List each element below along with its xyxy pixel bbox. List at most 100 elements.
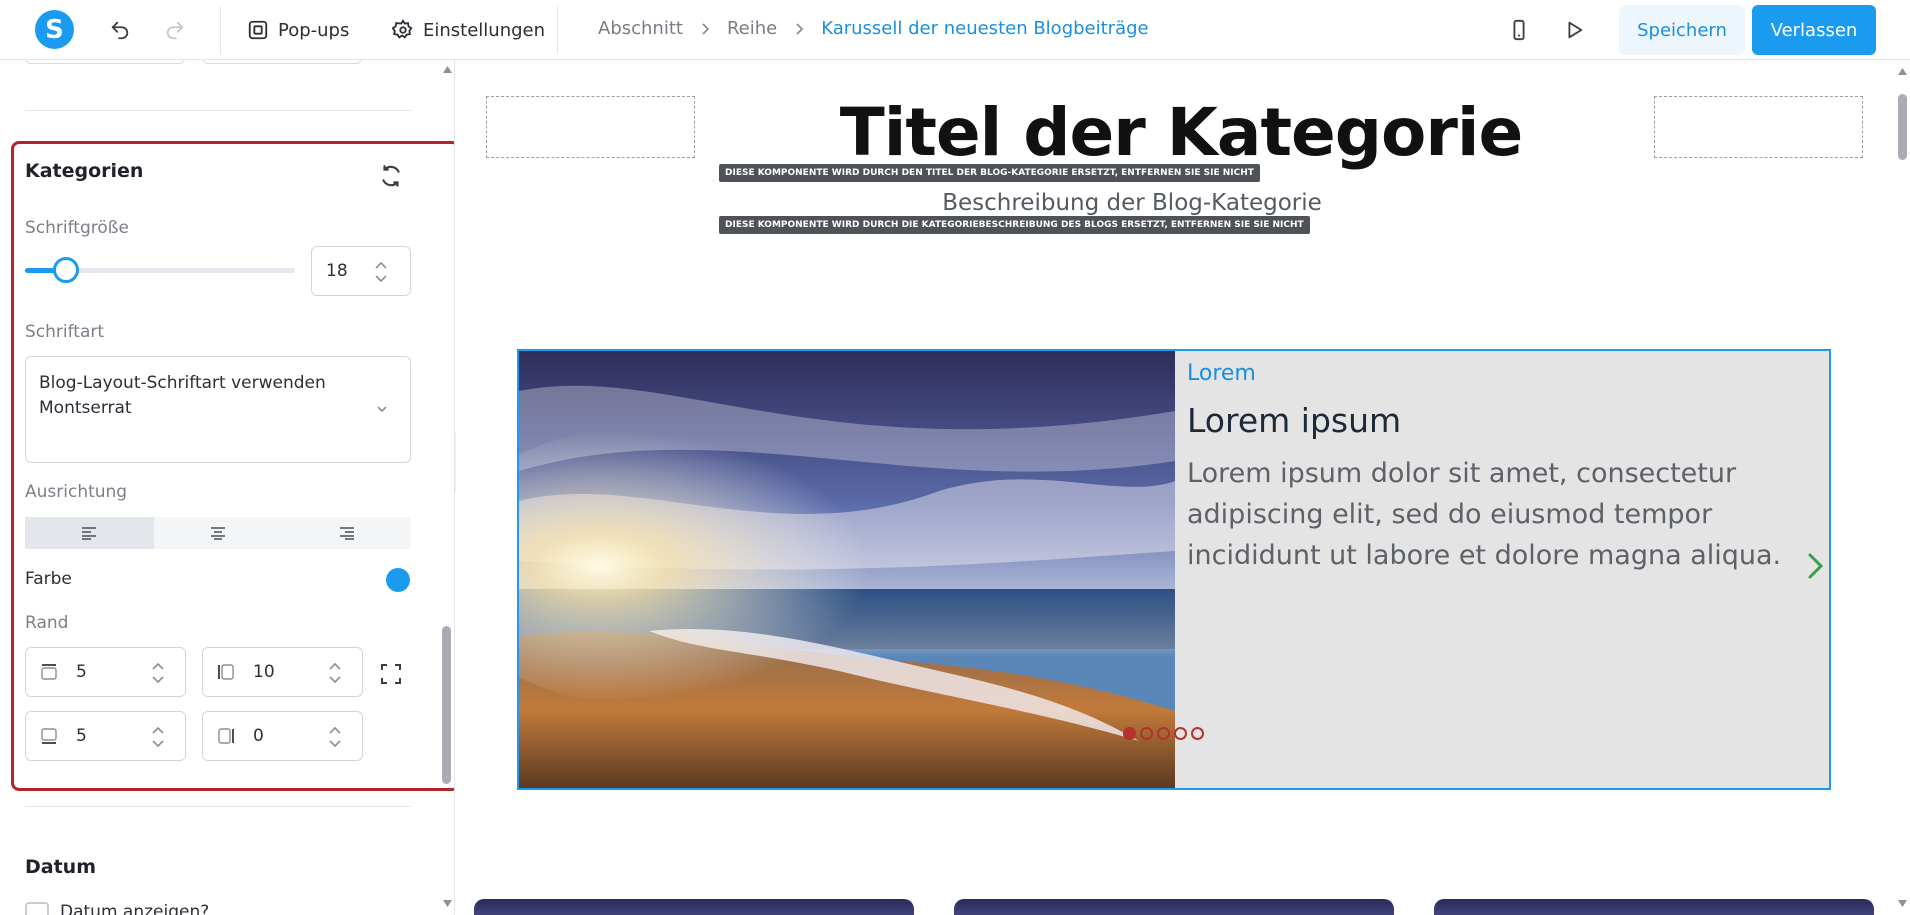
panel-scrollbar[interactable]	[440, 60, 454, 915]
post-image	[519, 351, 1175, 788]
empty-placeholder-box[interactable]	[1654, 96, 1863, 158]
carousel-dot[interactable]	[1123, 727, 1136, 740]
description-notice-badge: DIESE KOMPONENTE WIRD DURCH DIE KATEGORI…	[719, 216, 1310, 234]
top-toolbar: S Pop-ups Einstellungen Abschnitt Reihe …	[0, 0, 1910, 60]
font-label: Schriftart	[25, 322, 105, 342]
redo-icon[interactable]	[160, 15, 190, 45]
toolbar-divider	[557, 6, 558, 54]
breadcrumb: Abschnitt Reihe Karussell der neuesten B…	[598, 18, 1149, 39]
border-bottom-input[interactable]: 5	[25, 711, 186, 761]
previous-field-fragment	[202, 60, 362, 64]
scroll-up-icon[interactable]	[1898, 68, 1907, 75]
border-right-input[interactable]: 0	[202, 711, 363, 761]
chevron-right-icon	[702, 22, 710, 35]
category-description[interactable]: Beschreibung der Blog-Kategorie	[882, 190, 1382, 216]
carousel-dot[interactable]	[1157, 727, 1170, 740]
previous-field-fragment	[25, 60, 185, 64]
carousel-dot[interactable]	[1140, 727, 1153, 740]
scroll-down-icon[interactable]	[1898, 900, 1907, 907]
expand-icon[interactable]	[380, 663, 402, 685]
border-bottom-icon	[41, 728, 57, 744]
title-notice-badge: DIESE KOMPONENTE WIRD DURCH DEN TITEL DE…	[719, 164, 1260, 182]
post-thumbnail-card[interactable]	[1434, 899, 1874, 915]
font-size-value: 18	[326, 261, 348, 281]
align-right-icon	[339, 527, 354, 540]
empty-placeholder-box[interactable]	[486, 96, 695, 158]
settings-panel: Kategorien Schriftgröße 18 Schriftart Bl…	[0, 60, 455, 915]
alignment-toggle-group	[25, 517, 411, 549]
section-title-date: Datum	[25, 856, 96, 878]
font-size-label: Schriftgröße	[25, 218, 129, 238]
border-top-value: 5	[76, 662, 87, 682]
gear-icon	[392, 19, 413, 39]
carousel-pagination	[1123, 727, 1204, 740]
undo-icon[interactable]	[105, 15, 135, 45]
show-date-label: Datum anzeigen?	[60, 902, 210, 915]
stepper-icon[interactable]	[328, 724, 342, 750]
page-canvas: Titel der Kategorie DIESE KOMPONENTE WIR…	[456, 60, 1910, 915]
alignment-label: Ausrichtung	[25, 482, 128, 502]
border-top-input[interactable]: 5	[25, 647, 186, 697]
settings-button[interactable]: Einstellungen	[392, 14, 545, 46]
scroll-down-icon[interactable]	[443, 900, 452, 907]
carousel-next-icon[interactable]	[1804, 551, 1826, 581]
color-label: Farbe	[25, 569, 72, 589]
align-center-option[interactable]	[154, 517, 283, 549]
color-swatch[interactable]	[386, 568, 410, 592]
breadcrumb-item-row[interactable]: Reihe	[727, 18, 777, 39]
chevron-right-icon	[796, 22, 804, 35]
border-left-input[interactable]: 10	[202, 647, 363, 697]
blog-carousel[interactable]: Lorem Lorem ipsum Lorem ipsum dolor sit …	[517, 349, 1831, 790]
stepper-icon[interactable]	[151, 660, 165, 686]
border-bottom-value: 5	[76, 726, 87, 746]
app-logo[interactable]: S	[35, 10, 74, 49]
font-select[interactable]: Blog-Layout-Schriftart verwenden Montser…	[25, 356, 411, 463]
border-left-value: 10	[253, 662, 275, 682]
carousel-dot[interactable]	[1191, 727, 1204, 740]
align-left-icon	[82, 527, 97, 540]
refresh-icon[interactable]	[378, 163, 404, 189]
panel-scrollbar-thumb[interactable]	[442, 626, 451, 784]
popups-button[interactable]: Pop-ups	[247, 14, 349, 46]
exit-button[interactable]: Verlassen	[1752, 5, 1876, 55]
stepper-icon[interactable]	[374, 259, 388, 285]
breadcrumb-item-current[interactable]: Karussell der neuesten Blogbeiträge	[821, 18, 1148, 39]
border-left-icon	[218, 664, 234, 680]
border-label: Rand	[25, 613, 69, 633]
popup-icon	[248, 20, 268, 40]
canvas-scrollbar-thumb[interactable]	[1898, 94, 1907, 160]
post-thumbnail-card[interactable]	[474, 899, 914, 915]
canvas-scrollbar[interactable]	[1894, 60, 1910, 915]
border-top-icon	[41, 664, 57, 680]
font-select-line1: Blog-Layout-Schriftart verwenden	[39, 373, 326, 393]
border-right-icon	[218, 728, 234, 744]
mobile-preview-icon[interactable]	[1504, 15, 1534, 45]
carousel-dot[interactable]	[1174, 727, 1187, 740]
section-divider	[25, 110, 411, 111]
save-button[interactable]: Speichern	[1619, 5, 1745, 55]
toolbar-divider	[220, 6, 221, 54]
play-preview-icon[interactable]	[1559, 15, 1589, 45]
show-date-checkbox[interactable]	[25, 902, 49, 915]
scroll-up-icon[interactable]	[443, 66, 452, 73]
popups-label: Pop-ups	[278, 19, 350, 41]
align-left-option[interactable]	[25, 517, 154, 549]
settings-label: Einstellungen	[423, 19, 546, 41]
post-thumbnail-card[interactable]	[954, 899, 1394, 915]
font-size-input[interactable]: 18	[311, 246, 411, 296]
stepper-icon[interactable]	[328, 660, 342, 686]
border-right-value: 0	[253, 726, 264, 746]
font-size-slider[interactable]	[25, 257, 295, 283]
font-select-line2: Montserrat	[39, 398, 132, 418]
category-title[interactable]: Titel der Kategorie	[731, 94, 1631, 171]
align-center-icon	[211, 527, 225, 540]
font-size-slider-thumb[interactable]	[52, 257, 79, 283]
stepper-icon[interactable]	[151, 724, 165, 750]
chevron-down-icon	[377, 406, 387, 413]
post-category[interactable]: Lorem	[1187, 361, 1256, 386]
breadcrumb-item-section[interactable]: Abschnitt	[598, 18, 683, 39]
align-right-option[interactable]	[282, 517, 411, 549]
section-divider	[25, 806, 411, 807]
section-title-categories: Kategorien	[25, 160, 144, 182]
post-title[interactable]: Lorem ipsum	[1187, 401, 1401, 440]
